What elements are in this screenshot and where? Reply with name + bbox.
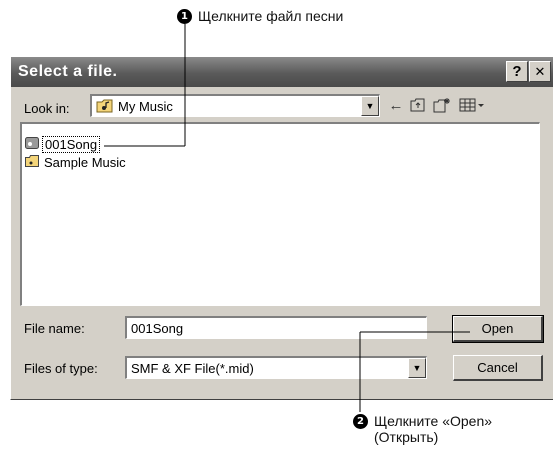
callout-leader-lines (104, 24, 470, 412)
